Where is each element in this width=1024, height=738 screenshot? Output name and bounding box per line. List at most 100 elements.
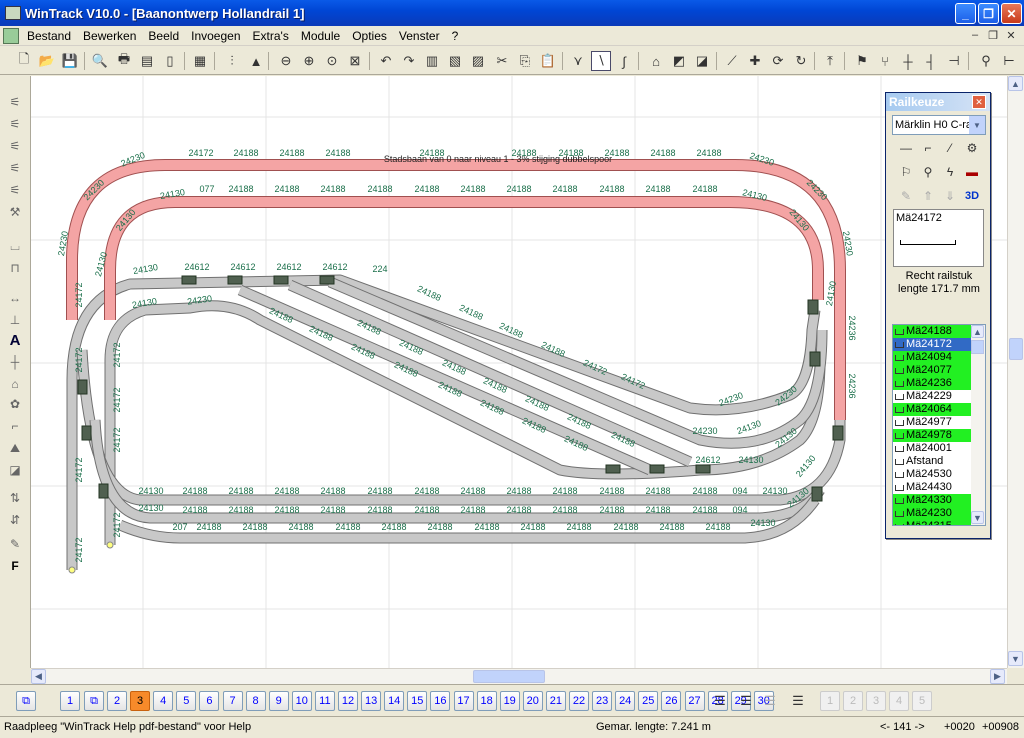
chevron-down-icon[interactable]: ▼ bbox=[969, 116, 985, 134]
height-marker-icon[interactable]: ┼ bbox=[4, 352, 26, 372]
bumper-icon[interactable]: ▬ bbox=[962, 163, 982, 181]
level-button-27[interactable]: 27 bbox=[684, 691, 705, 711]
level-button-9[interactable]: 9 bbox=[268, 691, 289, 711]
flex-track-2-icon[interactable]: ⚟ bbox=[4, 114, 26, 134]
new-file-icon[interactable]: 🗋 bbox=[14, 51, 34, 71]
level-button-24[interactable]: 24 bbox=[615, 691, 636, 711]
menu-bewerken[interactable]: Bewerken bbox=[77, 29, 142, 43]
tool-icon[interactable]: ✎ bbox=[896, 187, 916, 205]
menu-help[interactable]: ? bbox=[446, 29, 465, 43]
layers-3-icon[interactable]: ☰ bbox=[760, 691, 780, 711]
dimension-tool-icon[interactable]: ↔ bbox=[4, 288, 26, 308]
menu-module[interactable]: Module bbox=[295, 29, 346, 43]
level-button-25[interactable]: 25 bbox=[638, 691, 659, 711]
doc-close-icon[interactable]: ✕ bbox=[1004, 28, 1018, 42]
sliders-icon[interactable]: ⫶ bbox=[222, 51, 242, 71]
menu-opties[interactable]: Opties bbox=[346, 29, 393, 43]
level-button-16[interactable]: 16 bbox=[430, 691, 451, 711]
track-join-icon[interactable]: ┤ bbox=[921, 51, 941, 71]
level-button-2[interactable]: 2 bbox=[107, 691, 127, 711]
menu-venster[interactable]: Venster bbox=[393, 29, 446, 43]
scroll-up-icon[interactable]: ▲ bbox=[1008, 76, 1023, 91]
drawing-canvas[interactable]: Stadsbaan van 0 naar niveau 1 - 3% stijg… bbox=[31, 76, 1007, 668]
rail-icon[interactable]: ⌂ bbox=[646, 51, 666, 71]
text-tool-icon[interactable]: A bbox=[4, 330, 26, 350]
library-icon[interactable]: ▦ bbox=[190, 51, 210, 71]
electric-icon[interactable]: ϟ bbox=[940, 163, 960, 181]
level-button-11[interactable]: 11 bbox=[314, 691, 335, 711]
level-button-8[interactable]: 8 bbox=[245, 691, 266, 711]
figure-icon[interactable]: ⚲ bbox=[918, 163, 938, 181]
ruler-tool-icon[interactable]: ⊥ bbox=[4, 310, 26, 330]
vertical-scroll-thumb[interactable] bbox=[1009, 338, 1023, 360]
level-button-5[interactable]: 5 bbox=[176, 691, 197, 711]
print-preview-icon[interactable]: 🔍 bbox=[90, 51, 110, 71]
list-scroll-down-icon[interactable]: ▼ bbox=[971, 511, 984, 524]
level-button-22[interactable]: 22 bbox=[569, 691, 589, 711]
signal-rail-icon[interactable]: ⚐ bbox=[896, 163, 916, 181]
level-button-17[interactable]: 17 bbox=[453, 691, 474, 711]
restore-icon[interactable]: ❐ bbox=[978, 3, 999, 24]
level-button-26[interactable]: 26 bbox=[661, 691, 682, 711]
list-icon[interactable]: ▥ bbox=[422, 51, 442, 71]
redo-icon[interactable]: ↷ bbox=[399, 51, 419, 71]
undo-icon[interactable]: ↶ bbox=[376, 51, 396, 71]
level-button-13[interactable]: 13 bbox=[361, 691, 382, 711]
zoom-area-icon[interactable]: ⊙ bbox=[322, 51, 342, 71]
vertical-scrollbar[interactable]: ▲ ▼ bbox=[1007, 76, 1024, 668]
rotate-180-icon[interactable]: ↻ bbox=[791, 51, 811, 71]
minimize-icon[interactable]: _ bbox=[955, 3, 976, 24]
level-button-19[interactable]: 19 bbox=[499, 691, 520, 711]
level-button-14[interactable]: 14 bbox=[384, 691, 405, 711]
scroll-right-icon[interactable]: ▶ bbox=[990, 669, 1005, 684]
stairs-tool-icon[interactable]: ⌐ bbox=[4, 416, 26, 436]
level-button-15[interactable]: 15 bbox=[407, 691, 428, 711]
pin-icon[interactable]: ⚲ bbox=[976, 51, 996, 71]
level-button-1[interactable]: 1 bbox=[60, 691, 80, 711]
curve-track-icon[interactable]: ∖ bbox=[591, 51, 611, 71]
horizontal-scrollbar[interactable]: ◀ ▶ bbox=[31, 668, 1007, 684]
module-button-2[interactable]: 2 bbox=[843, 691, 863, 711]
zoom-in-icon[interactable]: ⊕ bbox=[299, 51, 319, 71]
doc-minimize-icon[interactable]: – bbox=[968, 28, 982, 42]
document-icon[interactable] bbox=[3, 27, 19, 44]
level-button-10[interactable]: 10 bbox=[291, 691, 312, 711]
terrain-tool-icon[interactable]: ◪ bbox=[4, 460, 26, 480]
zoom-out-icon[interactable]: ⊖ bbox=[276, 51, 296, 71]
horizontal-scroll-thumb[interactable] bbox=[473, 670, 545, 683]
landscape-tool-icon[interactable]: ⛰ bbox=[4, 438, 26, 458]
platform-tool-icon[interactable]: ⌴ bbox=[4, 236, 26, 256]
connect-icon[interactable]: ✚ bbox=[745, 51, 765, 71]
track-split-icon[interactable]: ┼ bbox=[898, 51, 918, 71]
layers-2-icon[interactable]: ☰ bbox=[736, 691, 756, 711]
level-button-20[interactable]: 20 bbox=[522, 691, 543, 711]
align-tool-icon[interactable]: ⇵ bbox=[4, 510, 26, 530]
module-button-1[interactable]: 1 bbox=[820, 691, 840, 711]
rail-part-list[interactable]: Mä24188 Mä24172 Mä24094 Mä24077 Mä24236 Mä242… bbox=[892, 324, 986, 526]
cut-icon[interactable]: ✂ bbox=[492, 51, 512, 71]
flex-track-5-icon[interactable]: ⚟ bbox=[4, 180, 26, 200]
straight-rail-icon[interactable]: — bbox=[896, 139, 916, 157]
tunnel-tool-icon[interactable]: ⊓ bbox=[4, 258, 26, 278]
print-setup-icon[interactable]: ▤ bbox=[137, 51, 157, 71]
copy-icon[interactable]: ⎘ bbox=[515, 51, 535, 71]
level-button-18[interactable]: 18 bbox=[476, 691, 497, 711]
level-toggle-2-icon[interactable]: ⧉ bbox=[84, 691, 104, 711]
flex-track-1-icon[interactable]: ⚟ bbox=[4, 92, 26, 112]
line-tool-icon[interactable]: ⊢ bbox=[999, 51, 1019, 71]
group-icon[interactable]: ◩ bbox=[669, 51, 689, 71]
panel-close-icon[interactable]: ✕ bbox=[972, 95, 986, 109]
menu-extras[interactable]: Extra's bbox=[247, 29, 295, 43]
level-button-4[interactable]: 4 bbox=[153, 691, 174, 711]
rail-system-select[interactable]: Märklin H0 C-rail ▼ bbox=[892, 115, 986, 135]
level-button-6[interactable]: 6 bbox=[199, 691, 220, 711]
rotate-icon[interactable]: ⟳ bbox=[768, 51, 788, 71]
tree-tool-icon[interactable]: ✿ bbox=[4, 394, 26, 414]
open-folder-icon[interactable]: 📂 bbox=[37, 51, 57, 71]
level-button-21[interactable]: 21 bbox=[545, 691, 566, 711]
menu-beeld[interactable]: Beeld bbox=[142, 29, 185, 43]
landscape-icon[interactable]: ▲ bbox=[246, 51, 266, 71]
paste-icon[interactable]: 📋 bbox=[538, 51, 558, 71]
page-icon[interactable]: ▯ bbox=[160, 51, 180, 71]
building-tool-icon[interactable]: ⌂ bbox=[4, 374, 26, 394]
